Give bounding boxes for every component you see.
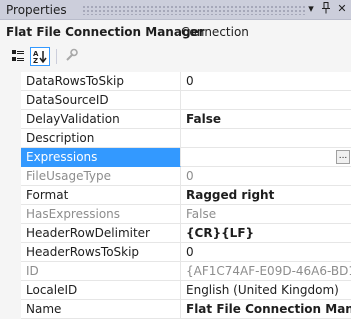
title-bar-grip[interactable] (82, 5, 307, 15)
property-row[interactable]: HasExpressions False (0, 205, 351, 224)
property-name[interactable]: Format (21, 186, 181, 205)
property-name[interactable]: DelayValidation (21, 110, 181, 129)
property-row[interactable]: ID{AF1C74AF-E09D-46A6-BD13-10 (0, 262, 351, 281)
row-gutter (0, 300, 21, 319)
close-icon[interactable]: ✕ (335, 2, 349, 16)
property-row[interactable]: DataSourceID (0, 91, 351, 110)
categorized-icon (12, 50, 24, 61)
property-row[interactable]: Description (0, 129, 351, 148)
property-pages-button[interactable] (62, 47, 82, 66)
wrench-icon (66, 48, 78, 61)
property-name[interactable]: HeaderRowDelimiter (21, 224, 181, 243)
property-name[interactable]: FileUsageType (21, 167, 181, 186)
property-value[interactable]: Flat File Connection Manager (181, 300, 351, 319)
property-name[interactable]: Name (21, 300, 181, 319)
property-row[interactable]: DataRowsToSkip 0 (0, 72, 351, 91)
property-row[interactable]: Format Ragged right (0, 186, 351, 205)
expressions-ellipsis-button[interactable]: ... (336, 150, 350, 164)
svg-text:Z: Z (33, 57, 38, 65)
row-gutter (0, 224, 21, 243)
property-row[interactable]: HeaderRowsToSkip 0 (0, 243, 351, 262)
alphabetical-button[interactable]: A Z (30, 47, 50, 66)
property-grid: DataRowsToSkip 0 DataSourceID DelayValidati… (0, 72, 351, 323)
row-gutter (0, 110, 21, 129)
row-gutter (0, 186, 21, 205)
property-name[interactable]: DataSourceID (21, 91, 181, 110)
property-name[interactable]: Expressions (21, 148, 181, 167)
row-gutter (0, 91, 21, 110)
property-row[interactable]: FileUsageType 0 (0, 167, 351, 186)
property-row[interactable]: Expressions... (0, 148, 351, 167)
row-gutter (0, 129, 21, 148)
row-gutter (0, 72, 21, 91)
window-title: Properties (6, 3, 67, 17)
property-row[interactable]: HeaderRowDelimiter {CR}{LF} (0, 224, 351, 243)
toolbar-separator (56, 49, 57, 64)
property-value[interactable]: Ragged right (181, 186, 351, 205)
property-value[interactable]: {CR}{LF} (181, 224, 351, 243)
property-value: {AF1C74AF-E09D-46A6-BD13-10 (181, 262, 351, 281)
property-value[interactable]: 0 (181, 72, 351, 91)
property-name[interactable]: LocaleID (21, 281, 181, 300)
dropdown-arrow-icon[interactable]: ▾ (304, 2, 318, 16)
property-value[interactable] (181, 129, 351, 148)
property-value[interactable]: False (181, 110, 351, 129)
categorized-button[interactable] (9, 47, 29, 66)
property-row[interactable]: NameFlat File Connection Manager (0, 300, 351, 319)
property-name[interactable]: HasExpressions (21, 205, 181, 224)
property-row[interactable]: DelayValidation False (0, 110, 351, 129)
property-value[interactable]: 0 (181, 243, 351, 262)
object-type: Connection (181, 25, 249, 39)
row-gutter (0, 281, 21, 300)
alphabetical-icon: A Z (33, 50, 47, 65)
row-gutter (0, 243, 21, 262)
properties-title-bar[interactable]: Properties ▾ ✕ (0, 0, 351, 20)
row-gutter (0, 262, 21, 281)
property-name[interactable]: DataRowsToSkip (21, 72, 181, 91)
property-value: 0 (181, 167, 351, 186)
property-row[interactable]: LocaleID English (United Kingdom) (0, 281, 351, 300)
object-name: Flat File Connection Manager (6, 25, 205, 39)
property-value[interactable]: English (United Kingdom) (181, 281, 351, 300)
property-name[interactable]: Description (21, 129, 181, 148)
property-value[interactable] (181, 91, 351, 110)
object-selector[interactable]: Flat File Connection Manager Connection (0, 20, 351, 43)
property-name[interactable]: ID (21, 262, 181, 281)
row-gutter (0, 167, 21, 186)
row-gutter (0, 205, 21, 224)
properties-toolbar: A Z (0, 43, 351, 70)
property-name[interactable]: HeaderRowsToSkip (21, 243, 181, 262)
pin-icon[interactable] (319, 2, 333, 16)
property-value: False (181, 205, 351, 224)
row-gutter (0, 148, 21, 167)
property-value[interactable] (181, 148, 351, 167)
